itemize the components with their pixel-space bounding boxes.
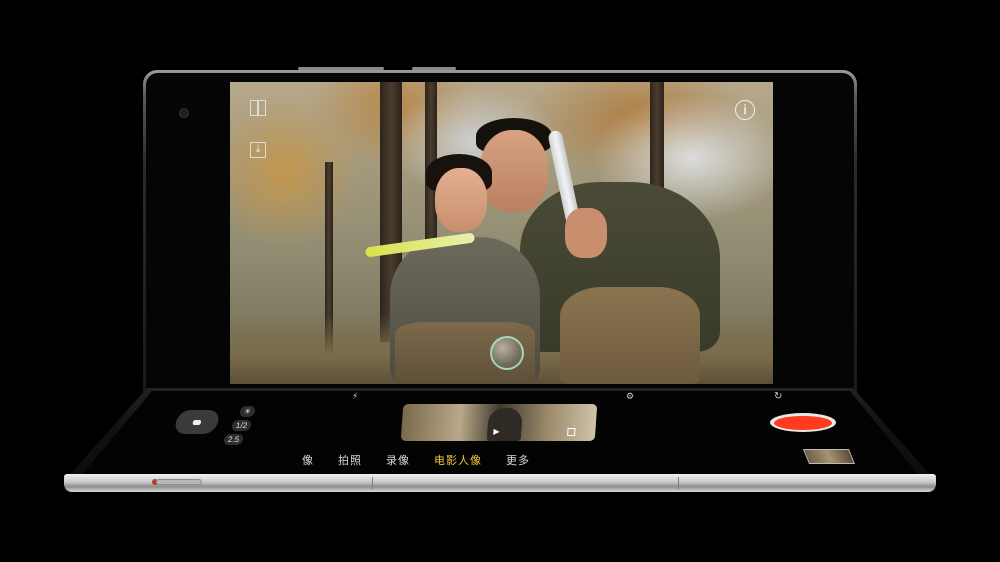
edge-seam (372, 477, 373, 489)
camera-viewfinder[interactable]: ⤓ i (230, 82, 773, 384)
flash-icon[interactable]: ⚡ (352, 391, 358, 402)
download-icon[interactable]: ⤓ (250, 142, 266, 158)
zoom-knob[interactable] (192, 419, 202, 425)
play-icon[interactable]: ▶ (493, 427, 500, 436)
mode-more[interactable]: 更多 (506, 452, 530, 468)
video-preview-thumbnail[interactable]: ▶ (400, 404, 598, 441)
mode-portrait-partial[interactable]: 像 (302, 452, 314, 468)
info-icon[interactable]: i (735, 100, 755, 120)
mode-photo[interactable]: 拍照 (338, 452, 362, 468)
settings-icon[interactable]: ⚙ (626, 391, 634, 402)
mode-cinematic-portrait[interactable]: 电影人像 (434, 452, 482, 468)
split-layout-icon[interactable] (250, 100, 266, 116)
record-button[interactable] (770, 413, 836, 432)
subject-father-legs (560, 287, 700, 384)
foldable-phone-scene: ⤓ i ⚡ ⚙ ↻ ☀ 1/2 2.5 ▶ 像 拍照 录像 电影人像 更多 (0, 0, 1000, 562)
record-indicator (774, 415, 832, 430)
edge-seam (678, 477, 679, 489)
gallery-thumbnail[interactable] (802, 449, 856, 464)
fullscreen-icon[interactable] (567, 428, 576, 436)
subject-father-hand (565, 208, 607, 258)
soap-bubble (490, 336, 524, 370)
front-camera (179, 108, 189, 118)
mode-video[interactable]: 录像 (386, 452, 410, 468)
camera-mode-bar: 像 拍照 录像 电影人像 更多 (302, 452, 554, 468)
upper-display: ⤓ i (146, 73, 854, 392)
side-button (156, 479, 202, 485)
camera-flip-icon[interactable]: ↻ (774, 391, 782, 402)
preview-subject (486, 408, 524, 441)
subject-child-face (435, 168, 487, 232)
upper-display-frame: ⤓ i (143, 70, 857, 392)
